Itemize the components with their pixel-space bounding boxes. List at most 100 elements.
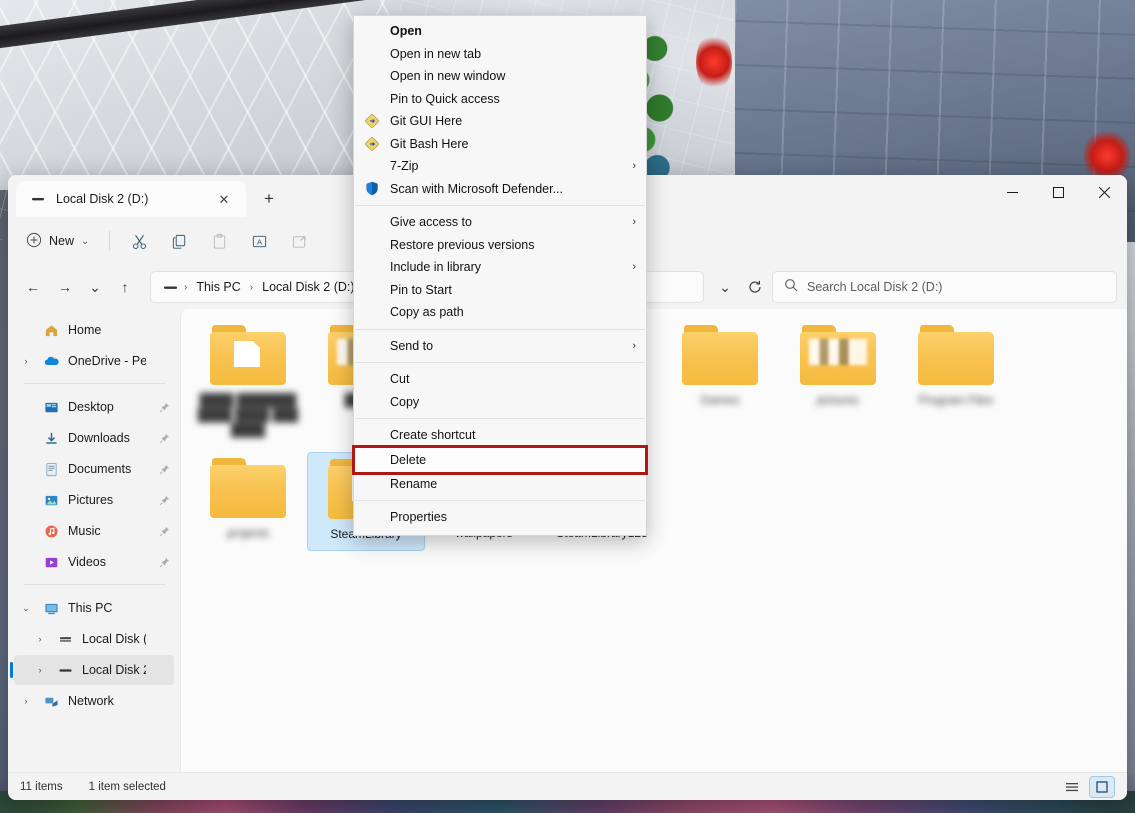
close-tab-icon[interactable]: ✕: [212, 187, 236, 211]
file-list-area[interactable]: ████ ███████ ████ ████ ███ ████ █████ ██…: [180, 309, 1127, 772]
chevron-right-icon[interactable]: ›: [18, 356, 34, 366]
menu-item-create-shortcut[interactable]: Create shortcut: [354, 424, 646, 447]
folder-icon: [210, 458, 286, 518]
home-icon: [42, 323, 60, 338]
wallpaper-red-light: [696, 32, 732, 92]
up-button[interactable]: ↑: [110, 272, 140, 302]
sidebar-item-pictures[interactable]: › Pictures: [14, 485, 174, 515]
drive-d-icon: [56, 663, 74, 678]
pin-icon[interactable]: [154, 433, 174, 444]
toolbar-divider: [109, 231, 111, 251]
sidebar-label: Network: [68, 694, 114, 708]
close-window-button[interactable]: [1081, 175, 1127, 209]
menu-item-give-access-to[interactable]: Give access to ›: [354, 211, 646, 234]
tab-local-disk-2[interactable]: Local Disk 2 (D:) ✕: [16, 181, 246, 217]
sidebar-item-network[interactable]: › Network: [14, 686, 174, 716]
menu-label: Open: [390, 24, 422, 39]
list-view-icon[interactable]: [1059, 776, 1085, 798]
menu-item-open[interactable]: Open: [354, 20, 646, 43]
sidebar-item-desktop[interactable]: › Desktop: [14, 392, 174, 422]
menu-item-include-in-library[interactable]: Include in library ›: [354, 256, 646, 279]
menu-label: Git Bash Here: [390, 136, 469, 151]
sidebar-item-documents[interactable]: › Documents: [14, 454, 174, 484]
menu-item-scan-with-defender[interactable]: Scan with Microsoft Defender...: [354, 178, 646, 201]
pin-icon[interactable]: [154, 557, 174, 568]
folder-icon: [800, 325, 876, 385]
file-item[interactable]: pictures: [779, 319, 897, 446]
item-count-label: 11 items: [20, 780, 63, 793]
menu-item-open-in-new-tab[interactable]: Open in new tab: [354, 43, 646, 66]
menu-item-copy-as-path[interactable]: Copy as path: [354, 301, 646, 324]
chevron-placeholder: ›: [18, 526, 34, 536]
pin-icon[interactable]: [154, 495, 174, 506]
file-item[interactable]: Games: [661, 319, 779, 446]
menu-item-rename[interactable]: Rename: [354, 473, 646, 496]
drive-c-icon: [56, 632, 74, 647]
menu-item-git-gui-here[interactable]: Git GUI Here: [354, 110, 646, 133]
downloads-icon: [42, 431, 60, 446]
rename-button[interactable]: A: [240, 225, 278, 257]
file-item[interactable]: ████ ███████ ████ ████ ███ ████: [189, 319, 307, 446]
sidebar-label: OneDrive - Perso: [68, 354, 146, 368]
breadcrumb-this-pc[interactable]: This PC: [190, 277, 246, 297]
navigation-pane[interactable]: › Home › OneDrive - Perso: [8, 309, 180, 772]
back-button[interactable]: ←: [18, 272, 48, 302]
menu-separator: [355, 500, 645, 501]
menu-item-7-zip[interactable]: 7-Zip ›: [354, 155, 646, 178]
forward-button[interactable]: →: [50, 272, 80, 302]
pin-icon[interactable]: [154, 464, 174, 475]
paste-button[interactable]: [200, 225, 238, 257]
copy-button[interactable]: [160, 225, 198, 257]
chevron-right-icon[interactable]: ›: [32, 665, 48, 675]
search-icon: [784, 278, 798, 297]
menu-item-pin-to-quick-access[interactable]: Pin to Quick access: [354, 88, 646, 111]
sidebar-item-onedrive[interactable]: › OneDrive - Perso: [14, 346, 174, 376]
chevron-down-icon[interactable]: ⌄: [18, 603, 34, 614]
share-button[interactable]: [280, 225, 318, 257]
sidebar-label: Documents: [68, 462, 132, 476]
large-icons-view-icon[interactable]: [1089, 775, 1115, 798]
pin-icon[interactable]: [154, 402, 174, 413]
tab-title: Local Disk 2 (D:): [56, 192, 149, 206]
search-input[interactable]: Search Local Disk 2 (D:): [772, 271, 1117, 303]
file-grid: ████ ███████ ████ ████ ███ ████ █████ ██…: [181, 309, 1127, 557]
file-item[interactable]: Program Files: [897, 319, 1015, 446]
thispc-icon: [42, 601, 60, 616]
breadcrumb-local-disk-2[interactable]: Local Disk 2 (D:): [256, 277, 360, 297]
cut-button[interactable]: [120, 225, 158, 257]
menu-label: Open in new tab: [390, 46, 482, 61]
minimize-button[interactable]: [989, 175, 1035, 209]
menu-item-pin-to-start[interactable]: Pin to Start: [354, 279, 646, 302]
submenu-arrow-icon: ›: [632, 216, 636, 229]
context-menu[interactable]: Open Open in new tab Open in new window …: [352, 15, 648, 536]
menu-item-delete[interactable]: Delete: [352, 444, 648, 475]
chevron-placeholder: ›: [18, 557, 34, 567]
menu-item-cut[interactable]: Cut: [354, 368, 646, 391]
new-tab-button[interactable]: +: [252, 182, 286, 216]
address-dropdown-button[interactable]: ⌄: [712, 272, 738, 302]
sidebar-item-downloads[interactable]: › Downloads: [14, 423, 174, 453]
menu-label: Pin to Start: [390, 282, 452, 297]
sidebar-item-home[interactable]: › Home: [14, 315, 174, 345]
sidebar-item-local-disk-c[interactable]: › Local Disk (C:): [14, 624, 174, 654]
menu-item-send-to[interactable]: Send to ›: [354, 335, 646, 358]
pin-icon[interactable]: [154, 526, 174, 537]
sidebar-item-music[interactable]: › Music: [14, 516, 174, 546]
sidebar-item-local-disk-2-d[interactable]: › Local Disk 2 (D:): [10, 655, 174, 685]
file-item[interactable]: projects: [189, 452, 307, 551]
maximize-button[interactable]: [1035, 175, 1081, 209]
chevron-right-icon[interactable]: ›: [18, 696, 34, 706]
menu-item-properties[interactable]: Properties: [354, 506, 646, 529]
onedrive-icon: [42, 353, 60, 369]
menu-item-git-bash-here[interactable]: Git Bash Here: [354, 133, 646, 156]
sidebar-item-this-pc[interactable]: ⌄ This PC: [14, 593, 174, 623]
recent-locations-button[interactable]: ⌄: [82, 272, 108, 302]
sidebar-item-videos[interactable]: › Videos: [14, 547, 174, 577]
new-button[interactable]: New ⌄: [18, 225, 99, 257]
chevron-right-icon[interactable]: ›: [32, 634, 48, 644]
refresh-button[interactable]: [740, 272, 770, 302]
sidebar-label: Pictures: [68, 493, 114, 507]
menu-item-open-in-new-window[interactable]: Open in new window: [354, 65, 646, 88]
menu-item-copy[interactable]: Copy: [354, 391, 646, 414]
menu-item-restore-previous-versions[interactable]: Restore previous versions: [354, 234, 646, 257]
